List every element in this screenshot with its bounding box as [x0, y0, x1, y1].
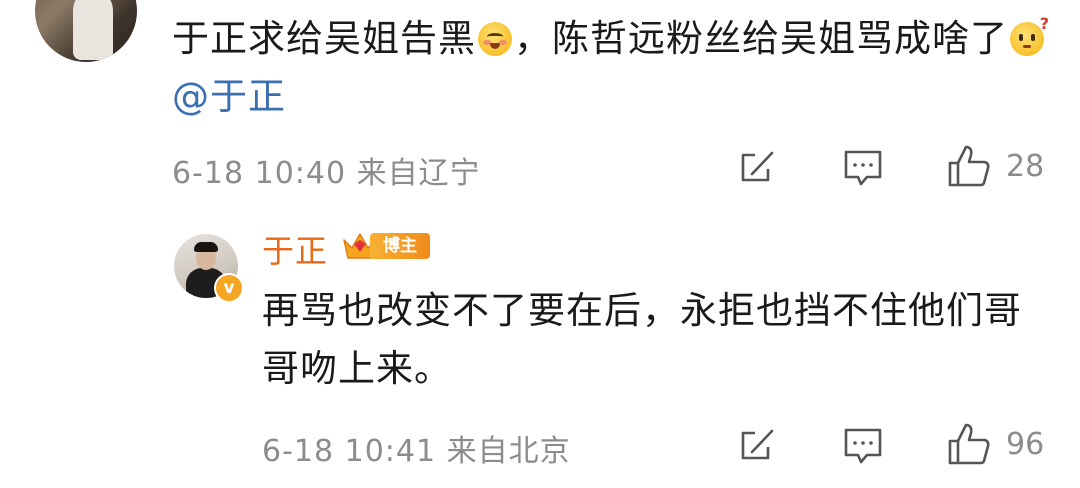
- thumbs-up-icon[interactable]: [946, 143, 992, 189]
- blush-smile-emoji-icon: [478, 22, 512, 56]
- comment-like-count: 28: [1006, 149, 1045, 184]
- blogger-badge: 博主: [340, 228, 432, 264]
- mention-link[interactable]: @于正: [172, 75, 286, 118]
- reply-meta: 6-18 10:41 来自北京: [262, 434, 571, 469]
- comment-text-part2: ，陈哲远粉丝给吴姐骂成啥了: [514, 17, 1008, 60]
- reply-author-name[interactable]: 于正: [262, 226, 328, 272]
- comment-text-part1: 于正求给吴姐告黑: [172, 17, 476, 60]
- reply-like-count: 96: [1006, 427, 1045, 462]
- comment-meta: 6-18 10:40 来自辽宁: [172, 156, 481, 191]
- thumbs-up-icon[interactable]: [946, 421, 992, 467]
- avatar-figure: [73, 0, 113, 60]
- thinking-question-emoji-icon: ?: [1010, 16, 1049, 56]
- verified-badge-icon: v: [214, 273, 244, 303]
- comment-icon[interactable]: [843, 425, 883, 465]
- share-icon[interactable]: [738, 147, 778, 187]
- blogger-badge-label: 博主: [370, 233, 430, 259]
- comment-body: 于正求给吴姐告黑 ，陈哲远粉丝给吴姐骂成啥了? @于正: [172, 10, 1052, 126]
- reply-body: 再骂也改变不了要在后，永拒也挡不住他们哥哥吻上来。: [262, 289, 1022, 390]
- comment-icon[interactable]: [843, 147, 883, 187]
- share-icon[interactable]: [738, 425, 778, 465]
- commenter-avatar[interactable]: [35, 0, 137, 62]
- avatar-hair: [194, 242, 218, 252]
